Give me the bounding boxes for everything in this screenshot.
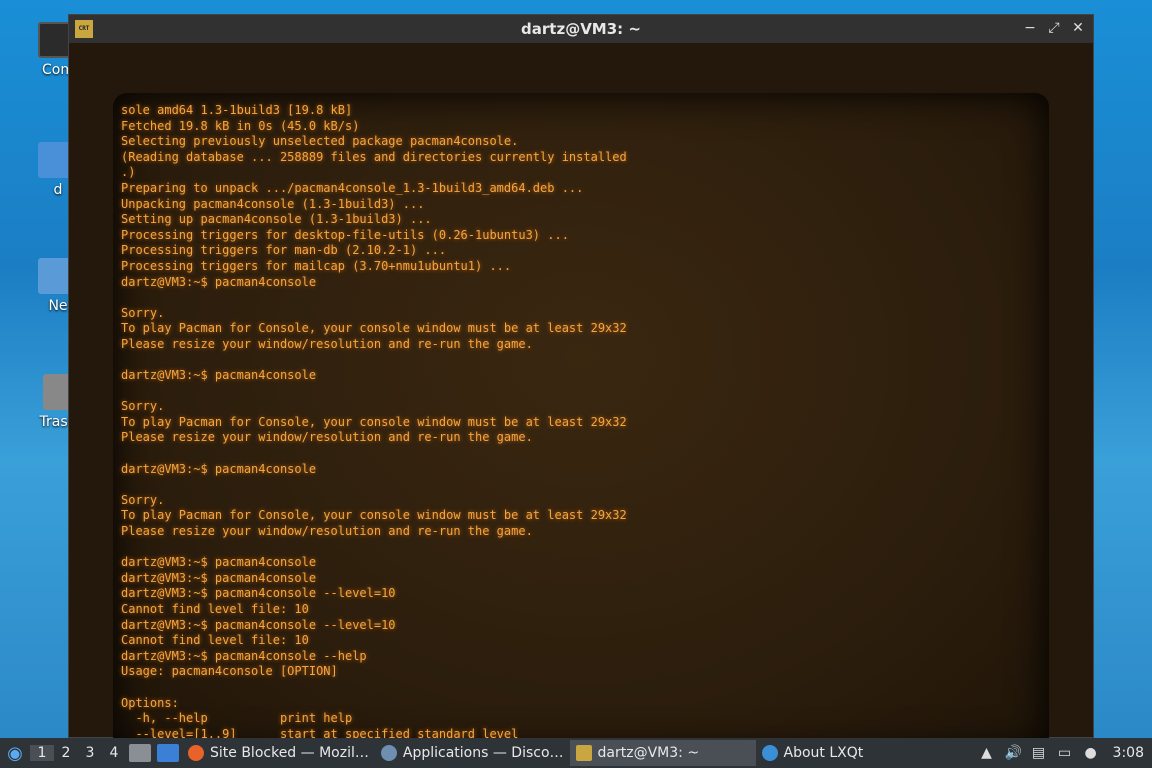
desktop-icon-label: d bbox=[53, 182, 63, 198]
terminal-line: Setting up pacman4console (1.3-1build3) … bbox=[121, 212, 432, 227]
terminal-line: Processing triggers for mailcap (3.70+nm… bbox=[121, 258, 512, 273]
close-button[interactable]: ✕ bbox=[1071, 20, 1085, 36]
terminal-line: .) bbox=[121, 165, 136, 180]
terminal-line: dartz@VM3:~$ pacman4console bbox=[121, 461, 317, 476]
system-tray: ▲ 🔊 ▤ ▭ ● 3:08 bbox=[979, 745, 1152, 761]
start-menu-icon[interactable]: ◉ bbox=[0, 738, 30, 768]
terminal-window[interactable]: CRT dartz@VM3: ~ − ⤢ ✕ sole amd64 1.3-1b… bbox=[68, 14, 1094, 753]
clock[interactable]: 3:08 bbox=[1113, 745, 1144, 761]
task-label: About LXQt bbox=[783, 745, 864, 761]
discover-icon bbox=[380, 745, 397, 761]
terminal-line: Processing triggers for desktop-file-uti… bbox=[121, 227, 569, 242]
terminal-line: To play Pacman for Console, your console… bbox=[121, 321, 627, 336]
terminal-line: -h, --help print help bbox=[121, 711, 353, 726]
terminal-line: dartz@VM3:~$ pacman4console --help bbox=[121, 648, 367, 663]
terminal-line: Selecting previously unselected package … bbox=[121, 134, 519, 149]
terminal-line: Fetched 19.8 kB in 0s (45.0 kB/s) bbox=[121, 118, 360, 133]
task-firefox[interactable]: Site Blocked — Mozil… bbox=[182, 740, 375, 766]
window-titlebar[interactable]: CRT dartz@VM3: ~ − ⤢ ✕ bbox=[69, 15, 1093, 43]
workspace-2[interactable]: 2 bbox=[54, 745, 78, 761]
taskbar: ◉ 1 2 3 4 Site Blocked — Mozil… Applicat… bbox=[0, 738, 1152, 768]
terminal-line: Please resize your window/resolution and… bbox=[121, 430, 533, 445]
upload-icon[interactable]: ▲ bbox=[979, 745, 995, 761]
terminal-line: Usage: pacman4console [OPTION] bbox=[121, 664, 338, 679]
terminal-line: Please resize your window/resolution and… bbox=[121, 524, 533, 539]
terminal-line: Cannot find level file: 10 bbox=[121, 633, 309, 648]
terminal-line: dartz@VM3:~$ pacman4console bbox=[121, 274, 317, 289]
minimize-button[interactable]: − bbox=[1023, 20, 1037, 36]
clipboard-icon[interactable]: ▤ bbox=[1031, 745, 1047, 761]
terminal-line: dartz@VM3:~$ pacman4console bbox=[121, 368, 317, 383]
volume-icon[interactable]: 🔊 bbox=[1005, 745, 1022, 761]
workspace-4[interactable]: 4 bbox=[102, 745, 126, 761]
lxqt-icon bbox=[761, 745, 778, 761]
terminal-line: Processing triggers for man-db (2.10.2-1… bbox=[121, 243, 447, 258]
terminal-line: Cannot find level file: 10 bbox=[121, 602, 309, 616]
task-label: dartz@VM3: ~ bbox=[597, 745, 700, 761]
window-title: dartz@VM3: ~ bbox=[521, 20, 641, 38]
workspace-3[interactable]: 3 bbox=[78, 745, 102, 761]
terminal-line: To play Pacman for Console, your console… bbox=[121, 414, 627, 429]
task-discover[interactable]: Applications — Disco… bbox=[375, 740, 570, 766]
notification-icon[interactable]: ● bbox=[1083, 745, 1099, 761]
terminal-bezel: sole amd64 1.3-1build3 [19.8 kB] Fetched … bbox=[69, 43, 1093, 753]
task-about-lxqt[interactable]: About LXQt bbox=[756, 740, 870, 766]
terminal-line: sole amd64 1.3-1build3 [19.8 kB] bbox=[121, 103, 353, 117]
task-label: Site Blocked — Mozil… bbox=[210, 745, 369, 761]
terminal-line: Unpacking pacman4console (1.3-1build3) .… bbox=[121, 196, 425, 211]
terminal-output: sole amd64 1.3-1build3 [19.8 kB] Fetched … bbox=[121, 103, 627, 742]
crt-screen[interactable]: sole amd64 1.3-1build3 [19.8 kB] Fetched … bbox=[113, 93, 1049, 753]
terminal-line: dartz@VM3:~$ pacman4console --level=10 bbox=[121, 617, 396, 632]
file-manager-launcher-icon[interactable] bbox=[129, 744, 151, 762]
desktop-icon-label: Ne bbox=[48, 298, 68, 314]
terminal-line: Please resize your window/resolution and… bbox=[121, 336, 533, 351]
terminal-line: To play Pacman for Console, your console… bbox=[121, 508, 627, 523]
show-desktop-icon[interactable] bbox=[157, 744, 179, 762]
task-terminal[interactable]: dartz@VM3: ~ bbox=[569, 740, 756, 766]
crt-terminal-icon bbox=[575, 745, 592, 761]
firefox-icon bbox=[188, 745, 204, 761]
terminal-line: Preparing to unpack .../pacman4console_1… bbox=[121, 180, 584, 195]
maximize-button[interactable]: ⤢ bbox=[1047, 20, 1061, 36]
terminal-line: Options: bbox=[121, 695, 179, 710]
workspace-1[interactable]: 1 bbox=[30, 745, 54, 761]
terminal-line: dartz@VM3:~$ pacman4console bbox=[121, 570, 317, 585]
terminal-line: dartz@VM3:~$ pacman4console --level=10 bbox=[121, 586, 396, 601]
window-controls: − ⤢ ✕ bbox=[1023, 20, 1085, 36]
task-label: Applications — Disco… bbox=[402, 745, 564, 761]
terminal-line: dartz@VM3:~$ pacman4console bbox=[121, 555, 317, 570]
terminal-line: Sorry. bbox=[121, 305, 165, 320]
terminal-line: Sorry. bbox=[121, 492, 165, 507]
terminal-line: (Reading database ... 258889 files and d… bbox=[121, 149, 627, 164]
network-icon[interactable]: ▭ bbox=[1057, 745, 1073, 761]
terminal-line: Sorry. bbox=[121, 399, 165, 414]
